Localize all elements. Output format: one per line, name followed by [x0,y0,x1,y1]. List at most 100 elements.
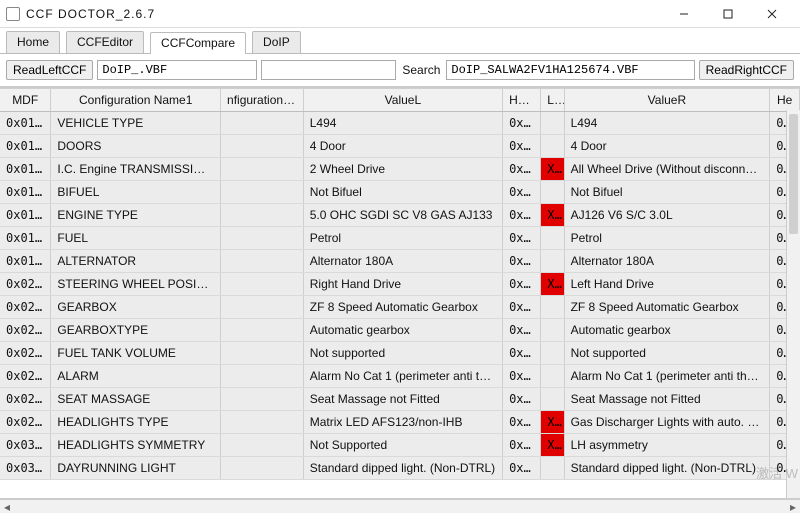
cell: XX [541,204,564,227]
vertical-scrollbar[interactable] [786,110,800,498]
cell [541,457,564,480]
table-row[interactable]: 0x0267ALARMAlarm No Cat 1 (perimeter ant… [0,365,800,388]
cell: DAYRUNNING LIGHT [51,457,221,480]
compare-grid: MDF Configuration Name1 nfiguration Nam … [0,88,800,499]
table-row[interactable]: 0x0187ALTERNATORAlternator 180A0x02Alter… [0,250,800,273]
col-config-name2[interactable]: nfiguration Nam [221,89,304,112]
table-row[interactable]: 0x0277SEAT MASSAGESeat Massage not Fitte… [0,388,800,411]
cell [221,319,304,342]
table-row[interactable]: 0x0167ENGINE TYPE5.0 OHC SGDI SC V8 GAS … [0,204,800,227]
cell: Not Bifuel [564,181,770,204]
table-row[interactable]: 0x0137DOORS4 Door0x034 Door0x03 [0,135,800,158]
search-input[interactable] [261,60,396,80]
cell: Standard dipped light. (Non-DTRL) [564,457,770,480]
cell: L494 [564,112,770,135]
cell: Petrol [564,227,770,250]
cell: GEARBOXTYPE [51,319,221,342]
read-left-button[interactable]: ReadLeftCCF [6,60,93,80]
tab-home[interactable]: Home [6,31,60,53]
tab-ccfcompare[interactable]: CCFCompare [150,32,246,54]
cell: 0x01 [503,181,541,204]
cell: Alternator 180A [564,250,770,273]
cell [541,181,564,204]
cell: Alarm No Cat 1 (perimeter anti theft) D.… [564,365,770,388]
col-lr[interactable]: L|R [541,89,564,112]
right-file-field[interactable] [446,60,694,80]
cell [221,457,304,480]
col-hex-left[interactable]: HexL [503,89,541,112]
cell: Not supported [564,342,770,365]
table-row[interactable]: 0x0287HEADLIGHTS TYPEMatrix LED AFS123/n… [0,411,800,434]
horizontal-scrollbar[interactable]: ◂ ▸ [0,499,800,513]
cell: XX [541,158,564,181]
cell: FUEL TANK VOLUME [51,342,221,365]
cell [221,181,304,204]
tab-doip[interactable]: DoIP [252,31,301,53]
cell [221,227,304,250]
cell: ALTERNATOR [51,250,221,273]
scroll-right-icon[interactable]: ▸ [786,500,800,514]
app-icon [6,7,20,21]
cell: 0x01 [503,158,541,181]
cell: Standard dipped light. (Non-DTRL) [303,457,502,480]
cell [541,135,564,158]
minimize-button[interactable] [662,0,706,28]
cell: 0x0327 [0,434,51,457]
cell: Left Hand Drive [564,273,770,296]
table-row[interactable]: 0x0237GEARBOXZF 8 Speed Automatic Gearbo… [0,296,800,319]
cell: 4 Door [564,135,770,158]
left-file-field[interactable] [97,60,257,80]
window-titlebar: CCF DOCTOR_2.6.7 [0,0,800,28]
cell: 0x0147 [0,158,51,181]
cell: LH asymmetry [564,434,770,457]
cell [221,434,304,457]
cell: 0x0167 [0,204,51,227]
cell: Petrol [303,227,502,250]
cell [221,250,304,273]
cell: 2 Wheel Drive [303,158,502,181]
table-row[interactable]: 0x0327HEADLIGHTS SYMMETRYNot Supported0x… [0,434,800,457]
tab-bar: Home CCFEditor CCFCompare DoIP [0,28,800,54]
col-value-right[interactable]: ValueR [564,89,770,112]
compare-table: MDF Configuration Name1 nfiguration Nam … [0,88,800,480]
col-config-name1[interactable]: Configuration Name1 [51,89,221,112]
cell: Automatic gearbox [303,319,502,342]
cell: 0x4A [503,296,541,319]
cell [541,250,564,273]
cell: 0x0177 [0,227,51,250]
cell: VEHICLE TYPE [51,112,221,135]
cell: HEADLIGHTS TYPE [51,411,221,434]
scroll-left-icon[interactable]: ◂ [0,500,14,514]
close-button[interactable] [750,0,794,28]
col-mdf[interactable]: MDF [0,89,51,112]
table-row[interactable]: 0x0257FUEL TANK VOLUMENot supported0x00N… [0,342,800,365]
cell: 0x0257 [0,342,51,365]
cell [541,319,564,342]
table-row[interactable]: 0x0127VEHICLE TYPEL4940x0CL4940x0C [0,112,800,135]
table-header-row: MDF Configuration Name1 nfiguration Nam … [0,89,800,112]
table-row[interactable]: 0x0177FUELPetrol0x01Petrol0x01 [0,227,800,250]
cell [221,296,304,319]
cell [541,342,564,365]
cell: ZF 8 Speed Automatic Gearbox [303,296,502,319]
cell [221,411,304,434]
col-value-left[interactable]: ValueL [303,89,502,112]
cell: XX [541,411,564,434]
cell [221,135,304,158]
cell [221,112,304,135]
cell: I.C. Engine TRANSMISSION - ... [51,158,221,181]
compare-toolbar: ReadLeftCCF Search ReadRightCCF [0,54,800,88]
cell: 0x0287 [0,411,51,434]
read-right-button[interactable]: ReadRightCCF [699,60,794,80]
table-row[interactable]: 0x0157BIFUELNot Bifuel0x01Not Bifuel0x01 [0,181,800,204]
cell: Right Hand Drive [303,273,502,296]
col-hex-right[interactable]: He [770,89,800,112]
tab-ccfeditor[interactable]: CCFEditor [66,31,144,53]
table-row[interactable]: 0x0147I.C. Engine TRANSMISSION - ... 2 Wh… [0,158,800,181]
table-row[interactable]: 0x0337DAYRUNNING LIGHTStandard dipped li… [0,457,800,480]
table-row[interactable]: 0x0227STEERING WHEEL POSITIONRight Hand … [0,273,800,296]
table-row[interactable]: 0x0247GEARBOXTYPEAutomatic gearbox0x02Au… [0,319,800,342]
maximize-button[interactable] [706,0,750,28]
cell: 0x0227 [0,273,51,296]
window-title: CCF DOCTOR_2.6.7 [26,7,155,21]
